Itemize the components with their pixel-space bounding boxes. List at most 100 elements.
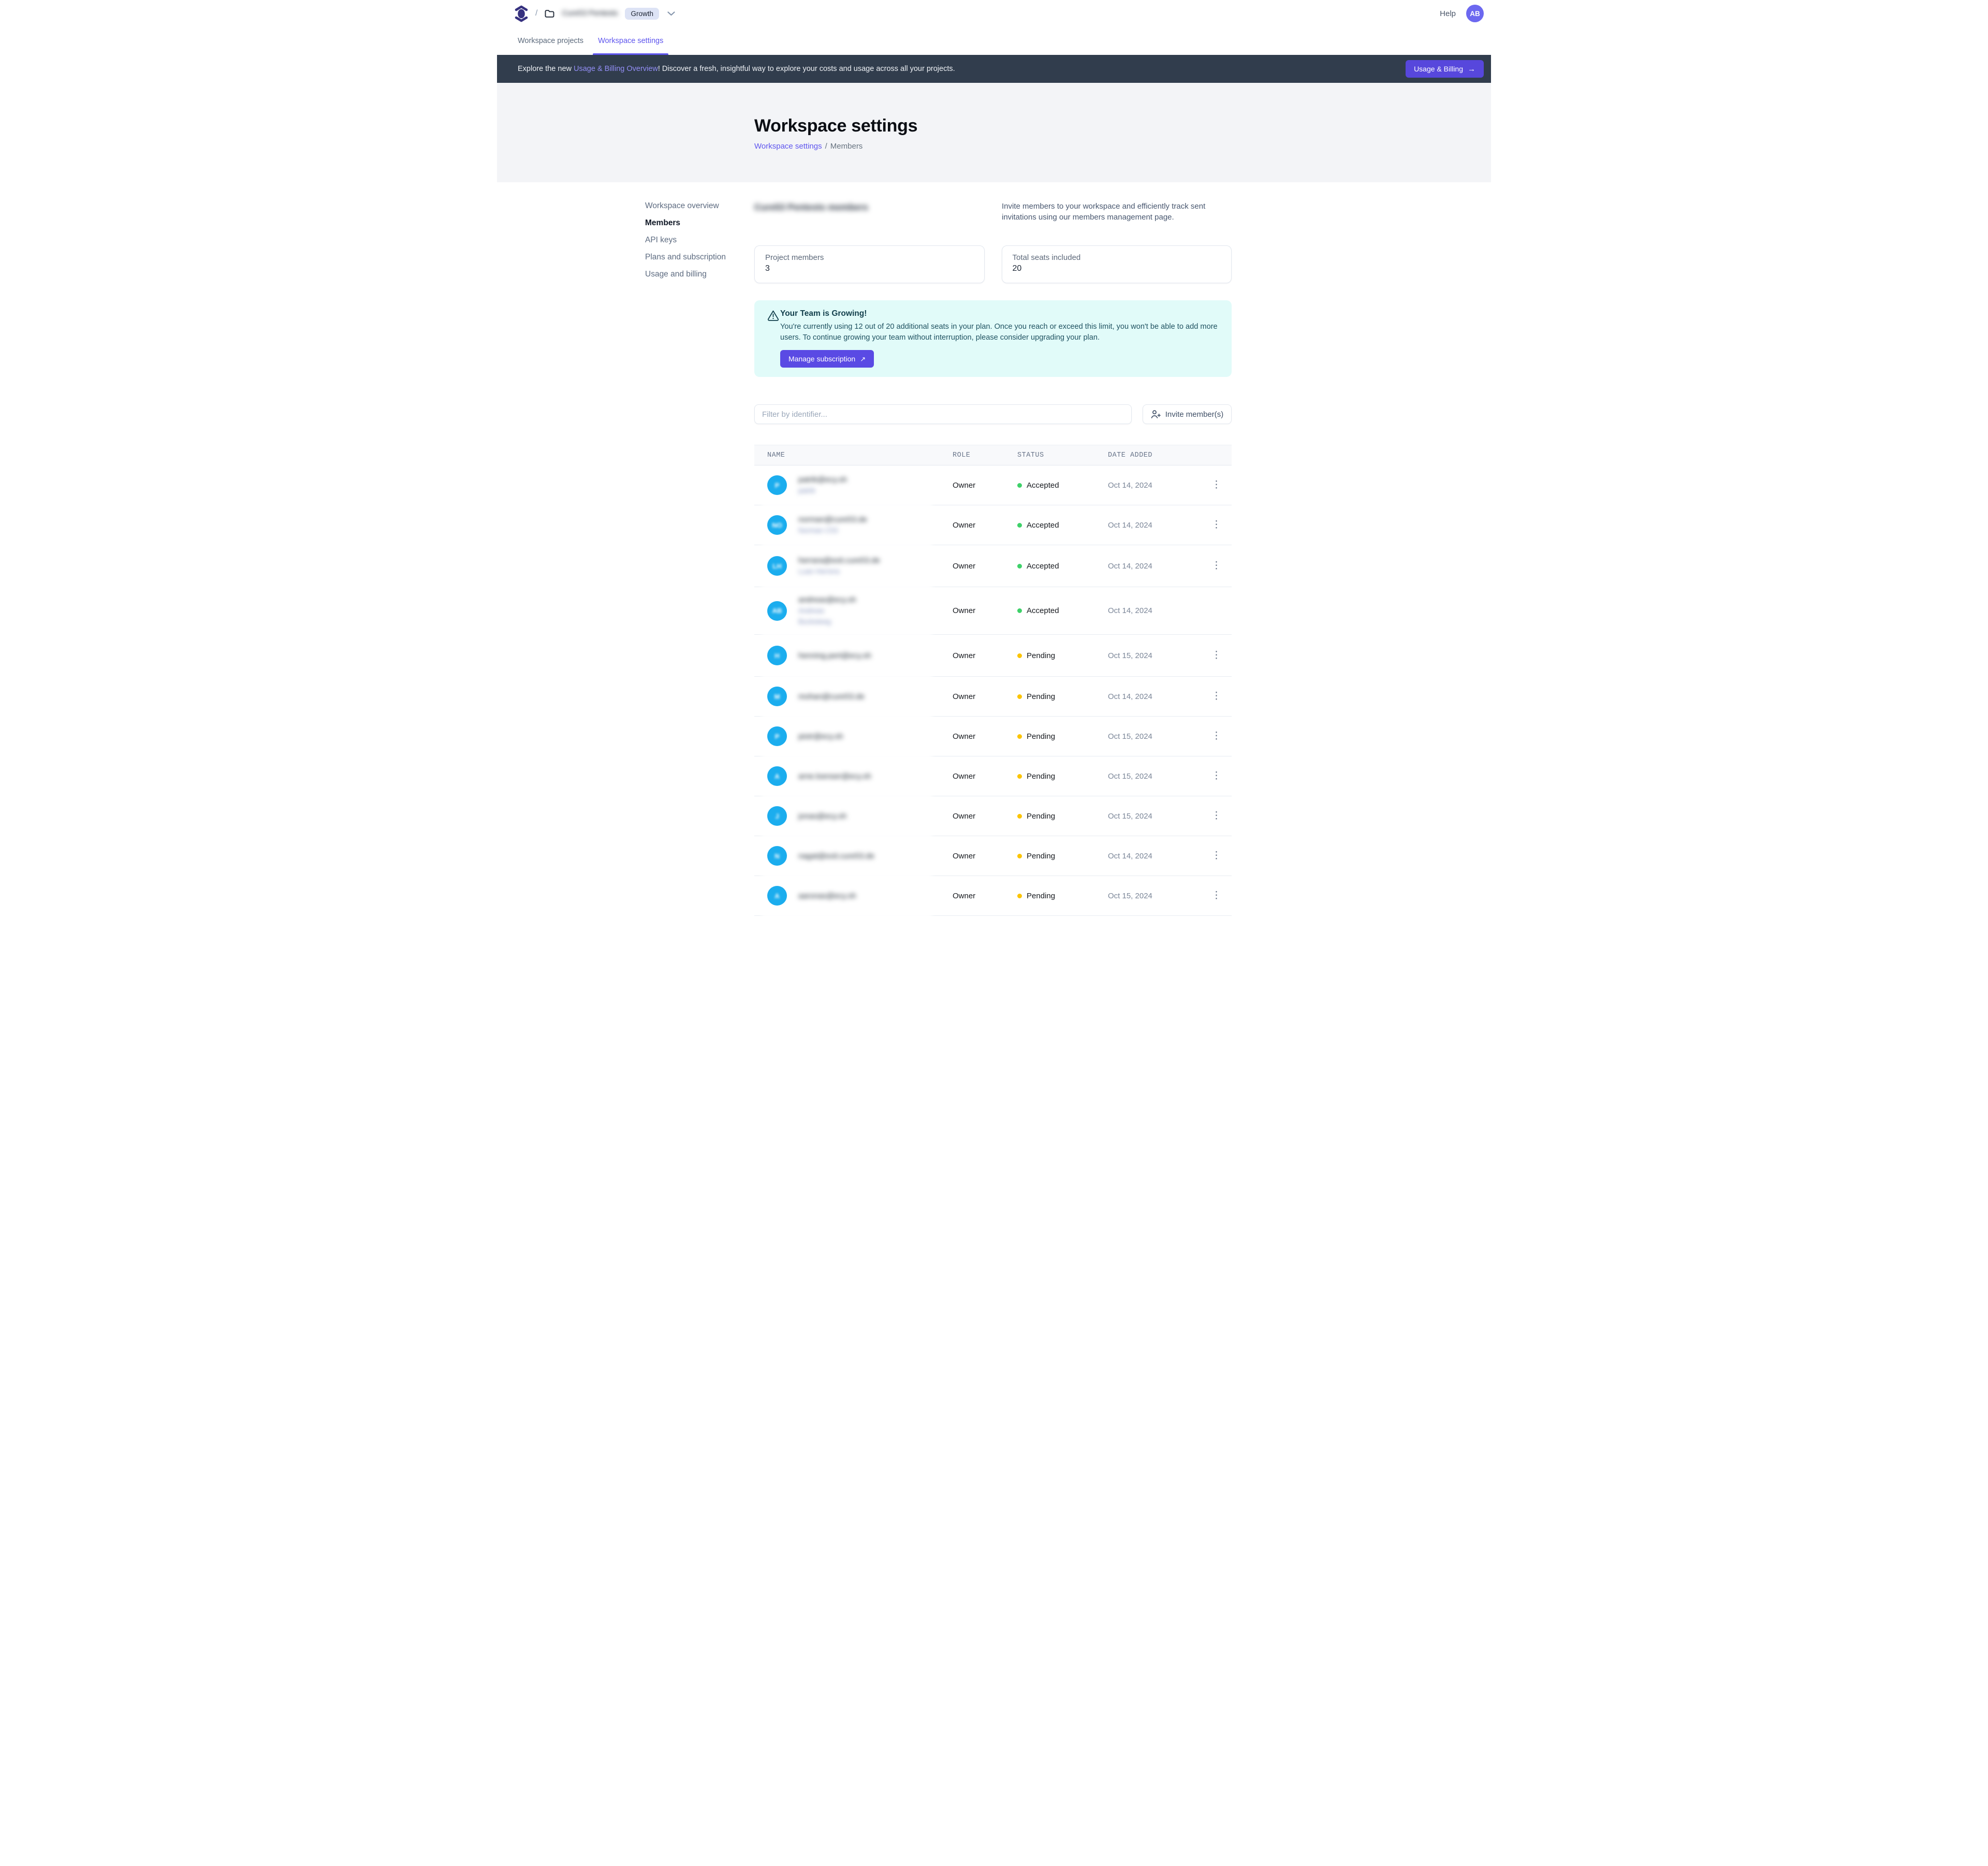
member-date-added: Oct 15, 2024 bbox=[1108, 732, 1201, 741]
tab-workspace-projects[interactable]: Workspace projects bbox=[513, 27, 589, 55]
stat-label: Total seats included bbox=[1013, 253, 1221, 262]
member-date-added: Oct 15, 2024 bbox=[1108, 892, 1201, 900]
members-description: Invite members to your workspace and eff… bbox=[1002, 201, 1232, 223]
member-avatar: H bbox=[767, 646, 787, 665]
member-name-link[interactable]: Norman C53 bbox=[798, 526, 867, 535]
stat-value: 3 bbox=[765, 264, 974, 273]
member-role: Owner bbox=[953, 892, 1017, 900]
stat-label: Project members bbox=[765, 253, 974, 262]
usage-billing-button[interactable]: Usage & Billing → bbox=[1406, 60, 1484, 78]
column-header-date-added: DATE ADDED bbox=[1108, 451, 1201, 459]
invite-members-button[interactable]: Invite member(s) bbox=[1143, 404, 1232, 424]
member-role: Owner bbox=[953, 481, 1017, 490]
plan-badge: Growth bbox=[625, 8, 659, 20]
table-row: A aaronas@ecy.sh Owner Pending Oct 15, 2… bbox=[754, 876, 1232, 916]
member-email: nagat@exit.cure53.de bbox=[798, 852, 874, 861]
member-avatar: P bbox=[767, 475, 787, 495]
member-role: Owner bbox=[953, 772, 1017, 781]
warning-icon bbox=[767, 310, 779, 324]
folder-icon bbox=[545, 9, 554, 18]
member-status: Accepted bbox=[1027, 481, 1059, 490]
table-row: NO norman@cure53.de Norman C53 Owner Acc… bbox=[754, 505, 1232, 545]
member-role: Owner bbox=[953, 692, 1017, 701]
table-row: AB andreas@ecy.sh Andreas Bucksteeg Owne… bbox=[754, 587, 1232, 635]
member-name-link[interactable]: Bucksteeg bbox=[798, 617, 856, 626]
member-name-link[interactable]: patrik bbox=[798, 486, 847, 495]
member-date-added: Oct 14, 2024 bbox=[1108, 852, 1201, 861]
tab-workspace-settings[interactable]: Workspace settings bbox=[593, 27, 668, 55]
member-email: mohan@cure53.de bbox=[798, 692, 865, 701]
stat-card-total-seats: Total seats included 20 bbox=[1002, 245, 1232, 283]
workspace-name[interactable]: Cure53 Pentests bbox=[562, 9, 618, 18]
member-avatar: P bbox=[767, 726, 787, 746]
alert-body: You're currently using 12 out of 20 addi… bbox=[780, 322, 1219, 343]
members-section-heading: Cure53 Pentests members bbox=[754, 202, 868, 213]
breadcrumb-workspace-settings-link[interactable]: Workspace settings bbox=[754, 142, 822, 151]
member-email: norman@cure53.de bbox=[798, 515, 867, 524]
member-avatar: M bbox=[767, 687, 787, 706]
member-avatar: A bbox=[767, 886, 787, 906]
kebab-menu-icon[interactable]: ⋮ bbox=[1210, 850, 1223, 862]
app-logo-icon[interactable] bbox=[515, 5, 528, 22]
kebab-menu-icon[interactable]: ⋮ bbox=[1210, 479, 1223, 491]
table-row: A arne.loenser@ecy.sh Owner Pending Oct … bbox=[754, 756, 1232, 796]
member-status: Accepted bbox=[1027, 562, 1059, 571]
member-date-added: Oct 14, 2024 bbox=[1108, 521, 1201, 530]
redaction-smear bbox=[762, 912, 932, 919]
member-email: herrara@exit.cure53.de bbox=[798, 556, 880, 565]
usage-billing-overview-link[interactable]: Usage & Billing Overview bbox=[574, 65, 658, 73]
table-row: LH herrara@exit.cure53.de Luan Herrera O… bbox=[754, 545, 1232, 587]
member-date-added: Oct 14, 2024 bbox=[1108, 692, 1201, 701]
page-title: Workspace settings bbox=[754, 116, 1491, 136]
table-row: J jonas@ecy.sh Owner Pending Oct 15, 202… bbox=[754, 796, 1232, 836]
sidebar-item-api-keys[interactable]: API keys bbox=[645, 235, 754, 245]
team-growing-alert: Your Team is Growing! You're currently u… bbox=[754, 300, 1232, 377]
member-stats: Project members 3 Total seats included 2… bbox=[754, 245, 1232, 283]
member-status: Pending bbox=[1027, 892, 1055, 900]
help-link[interactable]: Help bbox=[1440, 9, 1456, 18]
arrow-right-icon: → bbox=[1468, 65, 1475, 73]
member-email: patrik@ecy.sh bbox=[798, 475, 847, 484]
member-avatar: A bbox=[767, 766, 787, 786]
kebab-menu-icon[interactable]: ⋮ bbox=[1210, 560, 1223, 572]
member-role: Owner bbox=[953, 562, 1017, 571]
user-avatar[interactable]: AB bbox=[1466, 5, 1484, 22]
sidebar-item-workspace-overview[interactable]: Workspace overview bbox=[645, 201, 754, 211]
member-name-link[interactable]: Andreas bbox=[798, 606, 856, 615]
member-role: Owner bbox=[953, 521, 1017, 530]
filter-input[interactable] bbox=[754, 404, 1132, 424]
kebab-menu-icon[interactable]: ⋮ bbox=[1210, 810, 1223, 822]
members-table: NAME ROLE STATUS DATE ADDED P patrik@ecy… bbox=[754, 445, 1232, 916]
status-dot-pending bbox=[1017, 814, 1022, 819]
alert-title: Your Team is Growing! bbox=[780, 309, 1219, 318]
column-header-status: STATUS bbox=[1017, 451, 1108, 459]
member-status: Pending bbox=[1027, 852, 1055, 861]
member-avatar: J bbox=[767, 806, 787, 826]
status-dot-pending bbox=[1017, 854, 1022, 858]
member-status: Pending bbox=[1027, 772, 1055, 781]
kebab-menu-icon[interactable]: ⋮ bbox=[1210, 519, 1223, 531]
status-dot-pending bbox=[1017, 894, 1022, 898]
sidebar-item-members[interactable]: Members bbox=[645, 218, 754, 228]
member-name-link[interactable]: Luan Herrera bbox=[798, 567, 880, 576]
kebab-menu-icon[interactable]: ⋮ bbox=[1210, 890, 1223, 901]
status-dot-pending bbox=[1017, 734, 1022, 739]
member-date-added: Oct 15, 2024 bbox=[1108, 651, 1201, 660]
arrow-up-right-icon: ↗ bbox=[860, 356, 866, 362]
kebab-menu-icon[interactable]: ⋮ bbox=[1210, 770, 1223, 782]
status-dot-accepted bbox=[1017, 523, 1022, 528]
kebab-menu-icon[interactable]: ⋮ bbox=[1210, 731, 1223, 742]
workspace-tabs: Workspace projects Workspace settings bbox=[497, 27, 1491, 55]
manage-subscription-button[interactable]: Manage subscription ↗ bbox=[780, 350, 874, 368]
person-plus-icon bbox=[1151, 410, 1161, 419]
kebab-menu-icon[interactable]: ⋮ bbox=[1210, 691, 1223, 702]
breadcrumb-current: Members bbox=[830, 142, 863, 151]
kebab-menu-icon[interactable]: ⋮ bbox=[1210, 650, 1223, 661]
member-status: Pending bbox=[1027, 692, 1055, 701]
sidebar-item-usage-billing[interactable]: Usage and billing bbox=[645, 269, 754, 280]
sidebar-item-plans-subscription[interactable]: Plans and subscription bbox=[645, 252, 754, 263]
banner-text: Explore the new Usage & Billing Overview… bbox=[518, 65, 955, 73]
breadcrumb: Workspace settings / Members bbox=[754, 142, 1491, 151]
chevron-down-icon[interactable] bbox=[667, 11, 675, 16]
breadcrumb-separator: / bbox=[825, 142, 827, 151]
